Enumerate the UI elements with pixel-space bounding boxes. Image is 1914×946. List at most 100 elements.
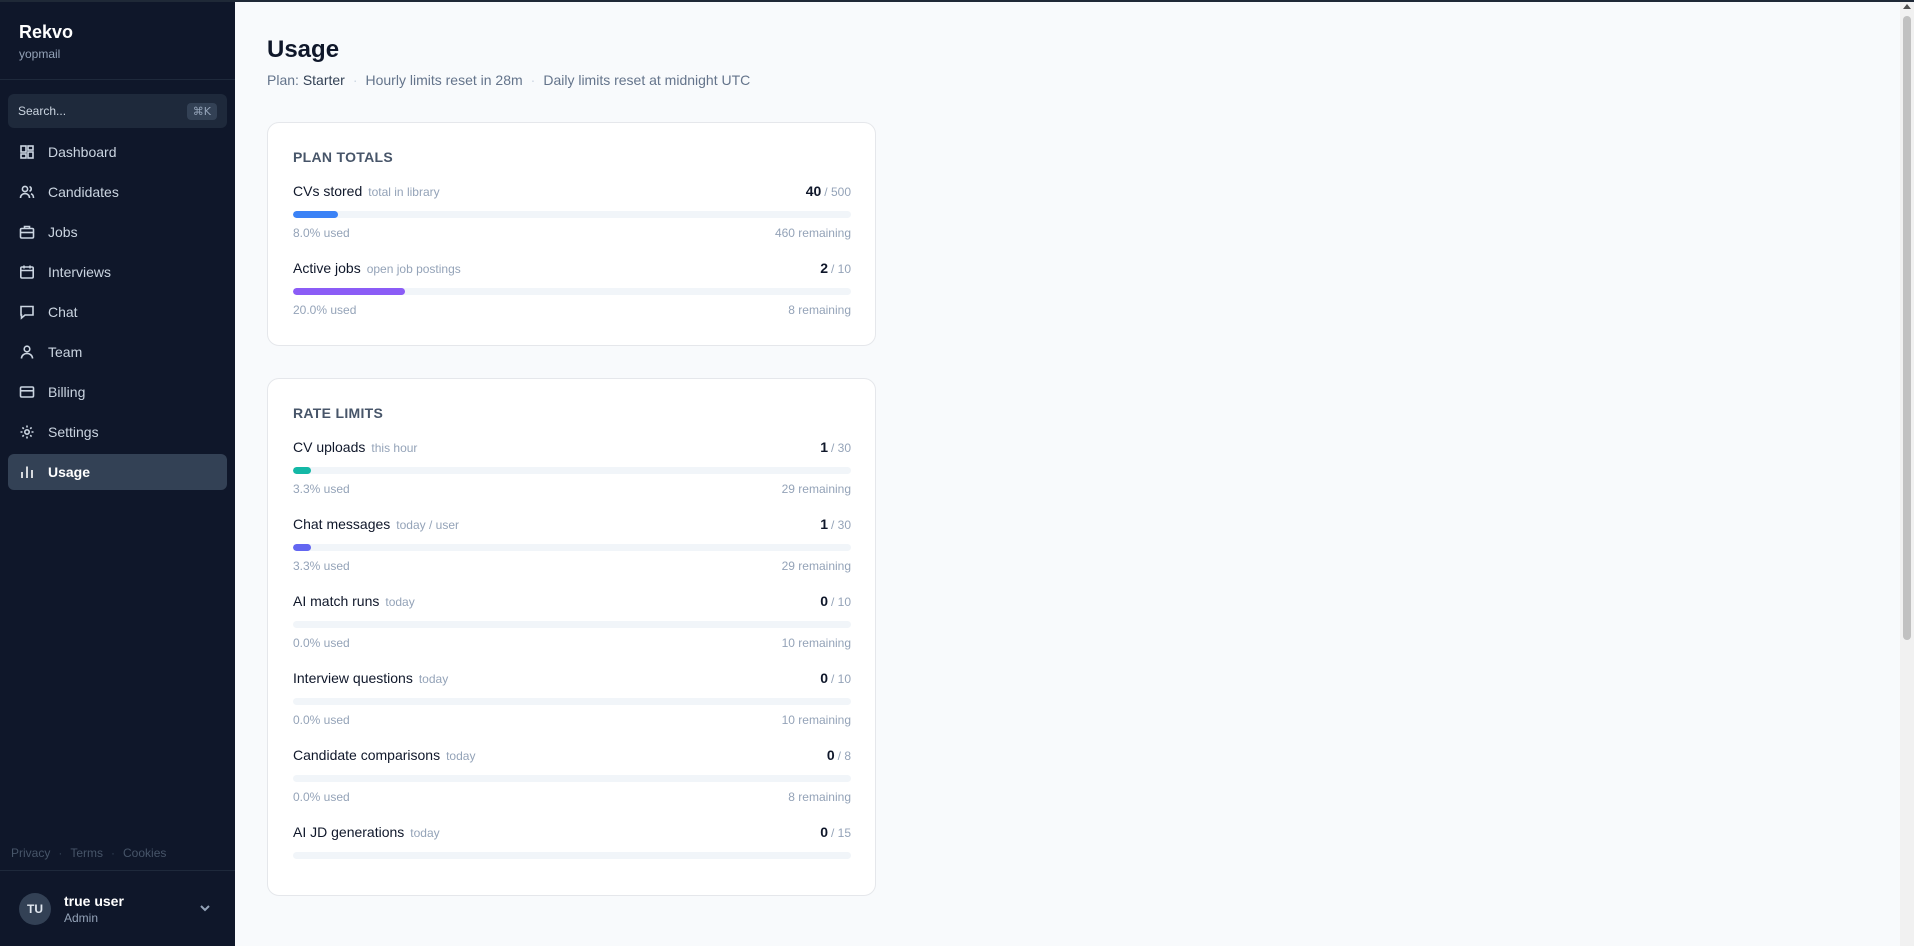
meter-percent: 3.3% used: [293, 559, 350, 573]
plan-totals-card: PLAN TOTALS CVs stored total in library 40…: [267, 122, 876, 346]
hourly-reset-text: Hourly limits reset in 28m: [365, 72, 523, 88]
usage-meter-cv-uploads: CV uploads this hour 1/ 30 3.3% used 29 rema…: [293, 439, 851, 496]
usage-meter-ai-match-runs: AI match runs today 0/ 10 0.0% used 10 remai…: [293, 593, 851, 650]
sidebar-item-interviews[interactable]: Interviews: [8, 254, 227, 290]
scroll-up-arrow-icon[interactable]: [1903, 4, 1911, 9]
avatar: TU: [19, 892, 51, 925]
meter-hint: today: [410, 826, 440, 840]
meter-hint: today: [385, 595, 415, 609]
progress-bar: [293, 288, 851, 295]
search-placeholder: Search...: [18, 104, 67, 118]
meter-hint: today: [418, 672, 449, 686]
sidebar-item-team[interactable]: Team: [8, 334, 227, 370]
progress-bar: [293, 775, 851, 782]
meter-limit: / 15: [830, 826, 851, 840]
meter-label: AI match runs: [293, 593, 380, 609]
progress-fill: [293, 544, 312, 551]
meter-remaining: 29 remaining: [781, 559, 851, 573]
sidebar-item-label: Usage: [48, 464, 91, 480]
meter-label: AI JD generations: [293, 824, 405, 840]
meter-limit: / 30: [830, 518, 851, 532]
meter-percent: 20.0% used: [293, 303, 357, 317]
chevron-down-icon[interactable]: [199, 901, 211, 913]
rate-limits-title: RATE LIMITS: [293, 405, 384, 421]
meter-limit: / 10: [830, 595, 851, 609]
meter-remaining: 10 remaining: [781, 713, 851, 727]
plan-label: Plan:: [267, 72, 299, 88]
dashboard-icon: [19, 144, 35, 160]
page-scrollbar[interactable]: [1900, 0, 1914, 946]
sidebar-item-chat[interactable]: Chat: [8, 294, 227, 330]
page-title: Usage: [267, 36, 340, 63]
footer-link-privacy[interactable]: Privacy: [11, 846, 50, 860]
usage-meter-ai-jd-generations: AI JD generations today 0/ 15: [293, 824, 851, 867]
sidebar-item-label: Interviews: [48, 264, 112, 280]
sidebar-item-billing[interactable]: Billing: [8, 374, 227, 410]
meter-used: 40: [805, 183, 822, 199]
meter-hint: today / user: [396, 518, 459, 532]
window-top-border: [0, 0, 1914, 2]
usage-meter-interview-questions: Interview questions today 0/ 10 0.0% used 10…: [293, 670, 851, 727]
meter-used: 0: [820, 593, 828, 609]
meter-label: CV uploads: [293, 439, 366, 455]
bar-chart-icon: [19, 464, 35, 480]
meter-percent: 8.0% used: [293, 226, 350, 240]
meter-used: 0: [826, 747, 835, 763]
footer-link-terms[interactable]: Terms: [70, 846, 103, 860]
chat-icon: [19, 304, 35, 320]
app-name: Rekvo: [19, 22, 74, 42]
meter-hint: total in library: [368, 185, 440, 199]
meter-hint: this hour: [371, 441, 418, 455]
main-content: Usage Plan: Starter · Hourly limits rese…: [235, 0, 1900, 946]
footer-links: Privacy · Terms · Cookies: [11, 846, 174, 860]
sidebar-item-label: Billing: [48, 384, 86, 400]
progress-bar: [293, 852, 851, 859]
footer-separator: ·: [111, 846, 116, 860]
meter-limit: / 10: [830, 262, 851, 276]
meter-limit: / 30: [830, 441, 851, 455]
meter-label: Chat messages: [293, 516, 391, 532]
progress-bar: [293, 621, 851, 628]
separator-dot: ·: [530, 72, 536, 88]
gear-icon: [19, 424, 35, 440]
sidebar-item-label: Candidates: [48, 184, 119, 200]
sidebar-item-label: Settings: [48, 424, 99, 440]
sidebar-item-settings[interactable]: Settings: [8, 414, 227, 450]
progress-fill: [293, 288, 405, 295]
usage-meter-cvs-stored: CVs stored total in library 40/ 500 8.0% us…: [293, 183, 851, 240]
progress-bar: [293, 467, 851, 474]
user-menu[interactable]: TU true user Admin: [0, 870, 235, 946]
sidebar-item-jobs[interactable]: Jobs: [8, 214, 227, 250]
sidebar-item-label: Jobs: [48, 224, 78, 240]
progress-bar: [293, 698, 851, 705]
meter-used: 0: [820, 670, 828, 686]
search-shortcut: ⌘K: [186, 102, 217, 120]
meter-percent: 0.0% used: [293, 790, 350, 804]
user-name: true user: [64, 892, 124, 909]
meter-remaining: 8 remaining: [788, 303, 851, 317]
user-role: Admin: [64, 910, 99, 925]
meter-remaining: 29 remaining: [781, 482, 851, 496]
plan-totals-title: PLAN TOTALS: [293, 149, 394, 165]
calendar-icon: [19, 264, 35, 280]
usage-meter-candidate-comparisons: Candidate comparisons today 0/ 8 0.0% used 8…: [293, 747, 851, 804]
sidebar-item-usage[interactable]: Usage: [8, 454, 227, 490]
progress-bar: [293, 544, 851, 551]
sidebar-item-label: Chat: [48, 304, 78, 320]
sidebar-item-dashboard[interactable]: Dashboard: [8, 134, 227, 170]
usage-meter-active-jobs: Active jobs open job postings 2/ 10 20.0% u…: [293, 260, 851, 317]
sidebar: Rekvo yopmail Search... ⌘K Dashboard Cand…: [0, 0, 235, 946]
users-icon: [19, 184, 35, 200]
search-input[interactable]: Search... ⌘K: [8, 94, 227, 128]
credit-card-icon: [19, 384, 35, 400]
meter-label: CVs stored: [293, 183, 363, 199]
rate-limits-card: RATE LIMITS CV uploads this hour 1/ 30 3.3%…: [267, 378, 876, 896]
meter-used: 0: [820, 824, 828, 840]
meter-label: Active jobs: [293, 260, 361, 276]
footer-link-cookies[interactable]: Cookies: [123, 846, 166, 860]
meter-label: Interview questions: [293, 670, 413, 686]
sidebar-item-candidates[interactable]: Candidates: [8, 174, 227, 210]
progress-fill: [293, 211, 338, 218]
scroll-thumb[interactable]: [1903, 16, 1911, 640]
daily-reset-text: Daily limits reset at midnight UTC: [543, 72, 751, 88]
